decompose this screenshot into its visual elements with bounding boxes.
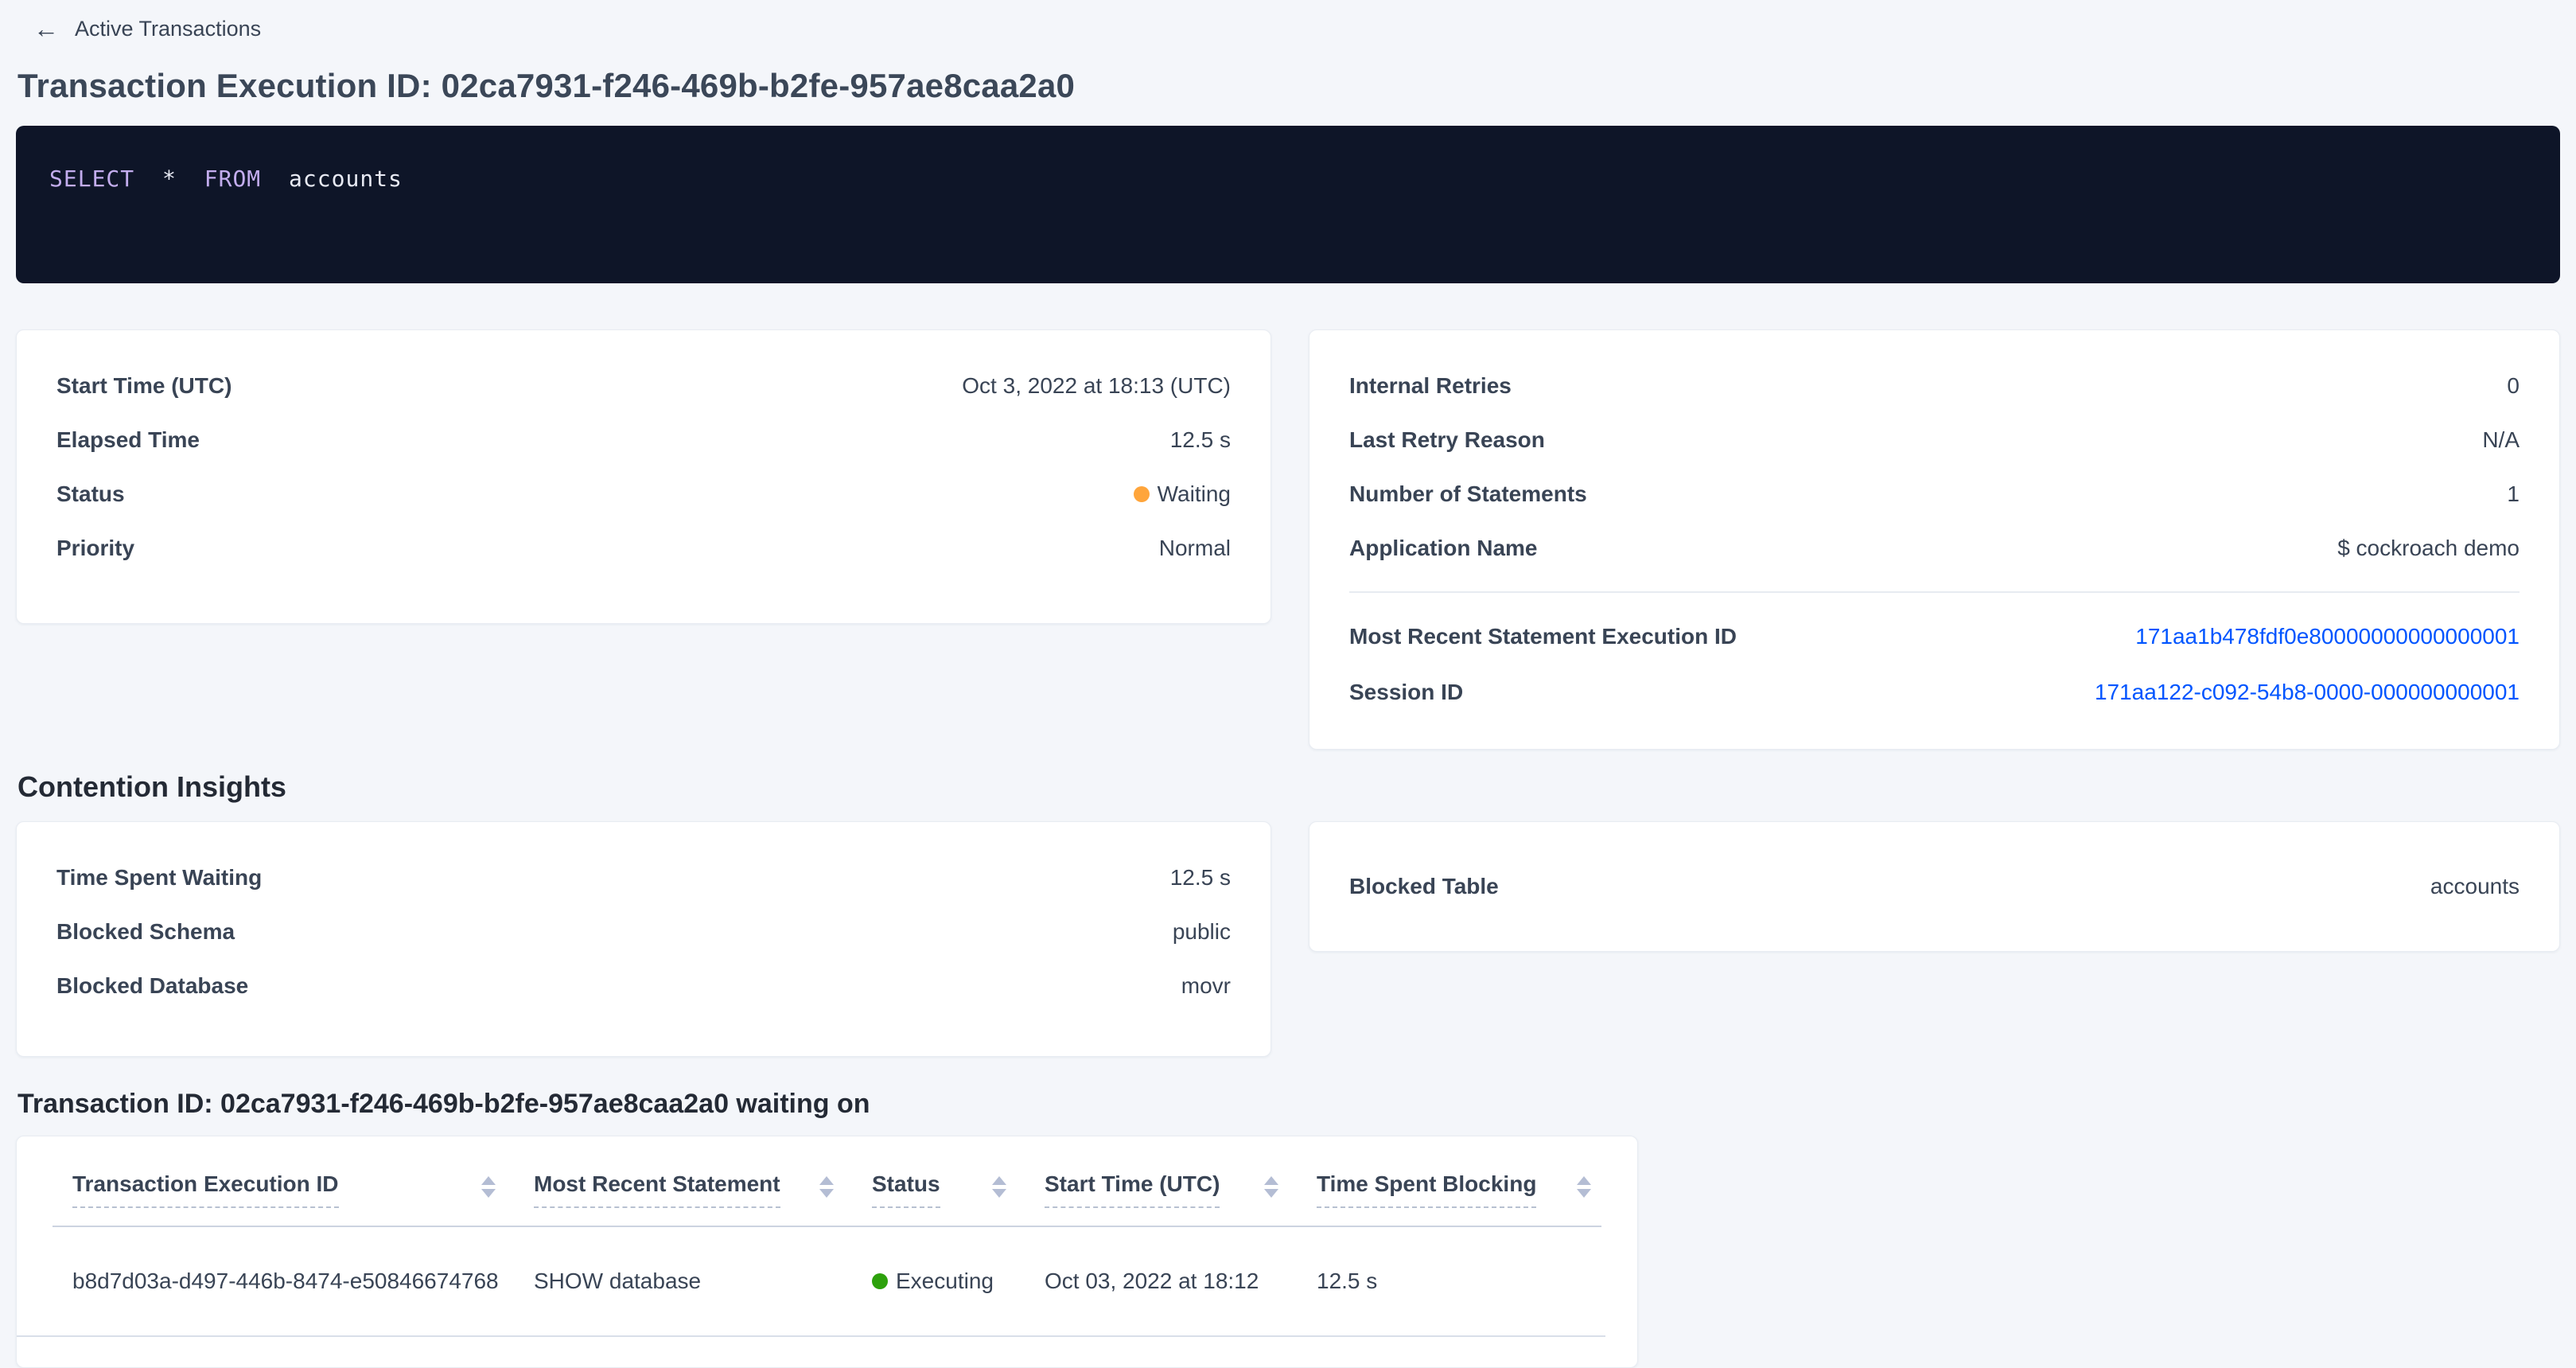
row-statement-execution-id: Most Recent Statement Execution ID 171aa…	[1349, 609, 2520, 665]
internal-retries-label: Internal Retries	[1349, 373, 1512, 399]
back-link-active-transactions[interactable]: ← Active Transactions	[16, 11, 2560, 46]
row-status: Status Waiting	[56, 467, 1231, 521]
blocked-table-value: accounts	[2430, 874, 2520, 899]
internal-retries-value: 0	[2507, 373, 2520, 399]
row-blocked-schema: Blocked Schema public	[56, 905, 1231, 959]
statement-execution-id-link[interactable]: 171aa1b478fdf0e80000000000000001	[2135, 624, 2520, 649]
cell-status-text: Executing	[896, 1269, 994, 1294]
row-session-id: Session ID 171aa122-c092-54b8-0000-00000…	[1349, 665, 2520, 720]
column-label: Time Spent Blocking	[1317, 1171, 1536, 1208]
back-link-label: Active Transactions	[75, 17, 261, 41]
sort-icon	[1264, 1176, 1278, 1198]
table-row: b8d7d03a-d497-446b-8474-e50846674768 SHO…	[17, 1227, 1605, 1337]
column-label: Status	[872, 1171, 940, 1208]
cell-status: Executing	[872, 1269, 1045, 1294]
row-last-retry-reason: Last Retry Reason N/A	[1349, 413, 2520, 467]
blocked-schema-value: public	[1173, 919, 1231, 945]
contention-card-left: Time Spent Waiting 12.5 s Blocked Schema…	[16, 821, 1271, 1057]
number-of-statements-label: Number of Statements	[1349, 481, 1587, 507]
cell-start-time: Oct 03, 2022 at 18:12	[1045, 1269, 1317, 1294]
page-title: Transaction Execution ID: 02ca7931-f246-…	[16, 67, 2560, 105]
start-time-value: Oct 3, 2022 at 18:13 (UTC)	[962, 373, 1231, 399]
last-retry-reason-value: N/A	[2482, 427, 2520, 453]
status-value-text: Waiting	[1158, 481, 1231, 507]
column-header-most-recent-statement[interactable]: Most Recent Statement	[534, 1171, 872, 1208]
elapsed-time-label: Elapsed Time	[56, 427, 200, 453]
blocked-schema-label: Blocked Schema	[56, 919, 235, 945]
column-label: Transaction Execution ID	[72, 1171, 339, 1208]
priority-label: Priority	[56, 536, 134, 561]
sql-statement: SELECT * FROM accounts	[49, 166, 2527, 192]
blocked-database-label: Blocked Database	[56, 973, 248, 999]
row-blocked-database: Blocked Database movr	[56, 959, 1231, 1013]
sql-statement-box: SELECT * FROM accounts	[16, 126, 2560, 283]
sort-icon	[819, 1176, 834, 1198]
card-divider	[1349, 591, 2520, 593]
column-label: Most Recent Statement	[534, 1171, 780, 1208]
priority-value: Normal	[1159, 536, 1231, 561]
statement-execution-id-label: Most Recent Statement Execution ID	[1349, 624, 1737, 649]
contention-card-right: Blocked Table accounts	[1309, 821, 2560, 952]
elapsed-time-value: 12.5 s	[1170, 427, 1231, 453]
status-executing-dot-icon	[872, 1273, 888, 1289]
column-header-time-spent-blocking[interactable]: Time Spent Blocking	[1317, 1171, 1605, 1208]
overview-card-right: Internal Retries 0 Last Retry Reason N/A…	[1309, 329, 2560, 750]
sort-icon	[992, 1176, 1006, 1198]
row-number-of-statements: Number of Statements 1	[1349, 467, 2520, 521]
cell-time-spent-blocking: 12.5 s	[1317, 1269, 1574, 1294]
status-value: Waiting	[1134, 481, 1231, 507]
column-header-transaction-execution-id[interactable]: Transaction Execution ID	[72, 1171, 534, 1208]
sql-keyword-select: SELECT	[49, 166, 134, 192]
sql-star: *	[162, 166, 177, 192]
start-time-label: Start Time (UTC)	[56, 373, 232, 399]
waiting-on-table: Transaction Execution ID Most Recent Sta…	[16, 1136, 1638, 1368]
cell-most-recent-statement: SHOW database	[534, 1269, 872, 1294]
cell-transaction-execution-id: b8d7d03a-d497-446b-8474-e50846674768	[72, 1269, 534, 1294]
sort-icon	[1577, 1176, 1591, 1198]
row-priority: Priority Normal	[56, 521, 1231, 575]
row-blocked-table: Blocked Table accounts	[1349, 859, 2520, 914]
back-arrow-icon: ←	[33, 16, 59, 41]
time-spent-waiting-value: 12.5 s	[1170, 865, 1231, 891]
row-start-time: Start Time (UTC) Oct 3, 2022 at 18:13 (U…	[56, 359, 1231, 413]
number-of-statements-value: 1	[2507, 481, 2520, 507]
blocked-database-value: movr	[1181, 973, 1231, 999]
sql-keyword-from: FROM	[204, 166, 261, 192]
contention-insights-heading: Contention Insights	[16, 770, 2560, 804]
blocked-table-label: Blocked Table	[1349, 874, 1499, 899]
last-retry-reason-label: Last Retry Reason	[1349, 427, 1545, 453]
column-header-status[interactable]: Status	[872, 1171, 1045, 1208]
overview-cards: Start Time (UTC) Oct 3, 2022 at 18:13 (U…	[16, 329, 2560, 750]
waiting-on-table-header: Transaction Execution ID Most Recent Sta…	[17, 1136, 1637, 1208]
overview-card-left: Start Time (UTC) Oct 3, 2022 at 18:13 (U…	[16, 329, 1271, 624]
time-spent-waiting-label: Time Spent Waiting	[56, 865, 262, 891]
waiting-on-heading: Transaction ID: 02ca7931-f246-469b-b2fe-…	[16, 1089, 2560, 1120]
status-waiting-dot-icon	[1134, 486, 1150, 502]
application-name-label: Application Name	[1349, 536, 1537, 561]
sort-icon	[481, 1176, 496, 1198]
row-time-spent-waiting: Time Spent Waiting 12.5 s	[56, 851, 1231, 905]
session-id-link[interactable]: 171aa122-c092-54b8-0000-000000000001	[2095, 680, 2520, 705]
application-name-value: $ cockroach demo	[2337, 536, 2520, 561]
transaction-details-page: ← Active Transactions Transaction Execut…	[0, 0, 2576, 1366]
column-header-start-time[interactable]: Start Time (UTC)	[1045, 1171, 1317, 1208]
column-label: Start Time (UTC)	[1045, 1171, 1220, 1208]
row-application-name: Application Name $ cockroach demo	[1349, 521, 2520, 575]
sql-table-name: accounts	[289, 166, 403, 192]
status-label: Status	[56, 481, 125, 507]
row-internal-retries: Internal Retries 0	[1349, 359, 2520, 413]
session-id-label: Session ID	[1349, 680, 1463, 705]
contention-cards: Time Spent Waiting 12.5 s Blocked Schema…	[16, 821, 2560, 1057]
row-elapsed-time: Elapsed Time 12.5 s	[56, 413, 1231, 467]
